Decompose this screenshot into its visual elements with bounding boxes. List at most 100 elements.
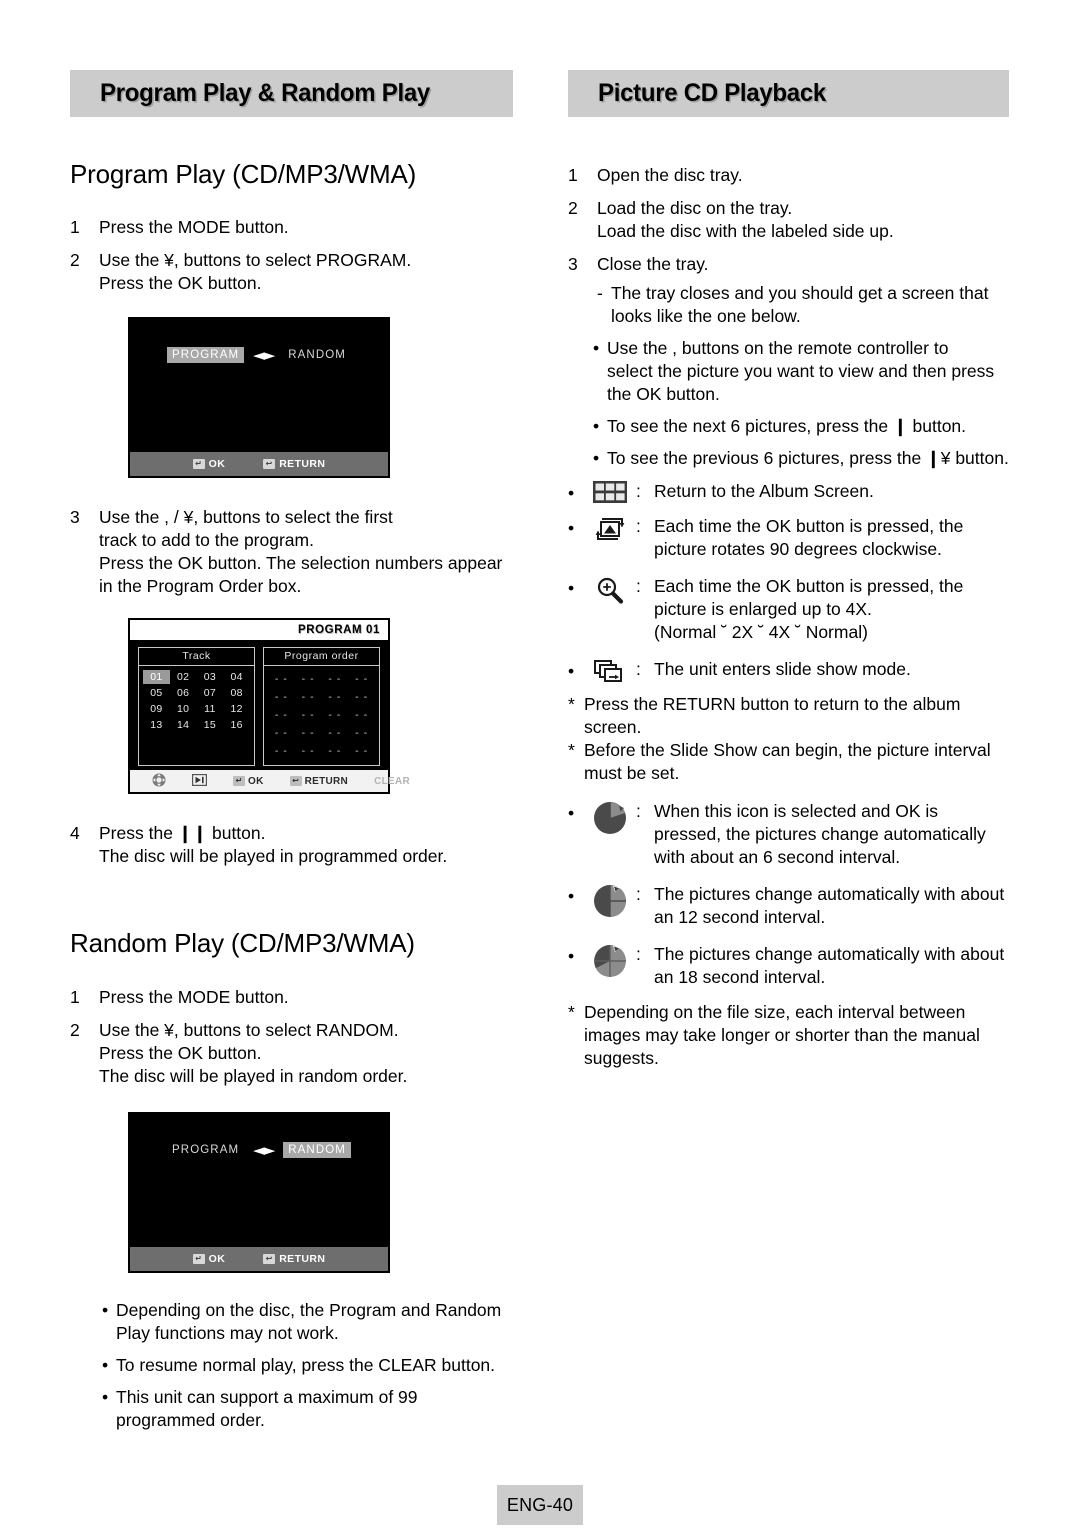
icon-bullet-colon: : bbox=[636, 884, 641, 904]
step-line: Use the ¥, buttons to select PROGRAM. bbox=[99, 250, 412, 270]
note-line: must be set. bbox=[584, 763, 680, 783]
nav-bullet: • Use the , buttons on the remote contro… bbox=[593, 337, 1009, 406]
note-line: Use the , buttons on the remote controll… bbox=[607, 338, 949, 358]
step-line: Press the MODE button. bbox=[99, 217, 289, 237]
track-cell[interactable]: 08 bbox=[223, 686, 250, 700]
step-number: 3 bbox=[568, 254, 578, 274]
step-number: 2 bbox=[70, 1020, 80, 1040]
manual-page: Program Play & Random Play Program Play … bbox=[0, 0, 1080, 1533]
note-bullet: • This unit can support a maximum of 99 … bbox=[102, 1386, 513, 1432]
slideshow-interval-bullets: • : When this icon is selected and OK is… bbox=[568, 800, 1009, 989]
step-body: Use the , / ¥, buttons to select the fir… bbox=[99, 506, 513, 598]
nav-bullet: • To see the previous 6 pictures, press … bbox=[593, 447, 1009, 470]
icon-bullet-colon: : bbox=[636, 516, 641, 536]
step-body: Use the ¥, buttons to select RANDOM. Pre… bbox=[99, 1019, 513, 1088]
step-line: Press the OK button. The selection numbe… bbox=[99, 553, 503, 573]
track-cell[interactable]: 14 bbox=[170, 718, 197, 732]
clock-18sec-icon bbox=[584, 943, 636, 989]
program-order-cell: - - bbox=[355, 673, 369, 685]
program-random-notes: • Depending on the disc, the Program and… bbox=[102, 1299, 513, 1432]
track-cell[interactable]: 09 bbox=[143, 702, 170, 716]
osd-ok-key: ↵ OK bbox=[192, 458, 226, 470]
track-panel-header: Track bbox=[139, 648, 254, 666]
osd-return-label: RETURN bbox=[279, 458, 326, 470]
icon-bullet-slideshow: • : The unit enters slide show mode. bbox=[568, 658, 1009, 683]
step-item: 1 Open the disc tray. bbox=[568, 164, 1009, 187]
osd-random-label: RANDOM bbox=[283, 1142, 351, 1158]
track-cell[interactable]: 15 bbox=[197, 718, 224, 732]
bullet-dot-icon: • bbox=[568, 661, 575, 681]
program-order-cell: - - bbox=[301, 727, 315, 739]
track-cell[interactable]: 12 bbox=[223, 702, 250, 716]
step-number: 2 bbox=[568, 198, 578, 218]
step-item: 1 Press the MODE button. bbox=[70, 216, 513, 239]
step-item: 2 Load the disc on the tray. Load the di… bbox=[568, 197, 1009, 243]
osd-screen-body: PROGRAM ◄► RANDOM bbox=[130, 319, 388, 452]
step-line: Press the MODE button. bbox=[99, 987, 289, 1007]
star-notes-group-1: * Press the RETURN button to return to t… bbox=[568, 693, 1009, 785]
note-text: This unit can support a maximum of 99 pr… bbox=[116, 1386, 513, 1432]
step-line: Press the ❙❙ button. bbox=[99, 823, 266, 843]
icon-bullet-colon: : bbox=[636, 576, 641, 596]
osd-mode-row: PROGRAM ◄► RANDOM bbox=[130, 1142, 388, 1158]
track-cell[interactable]: 02 bbox=[170, 670, 197, 684]
program-order-cell: - - bbox=[328, 691, 342, 703]
step-line: Load the disc with the labeled side up. bbox=[597, 221, 894, 241]
note-line: pressed, the pictures change automatical… bbox=[654, 824, 986, 844]
program-order-cell: - - bbox=[301, 745, 315, 757]
track-cell[interactable]: 13 bbox=[143, 718, 170, 732]
note-line: Play functions may not work. bbox=[116, 1323, 339, 1343]
note-line: looks like the one below. bbox=[611, 306, 801, 326]
step-item: 3 Use the , / ¥, buttons to select the f… bbox=[70, 506, 513, 598]
track-cell[interactable]: 01 bbox=[143, 670, 170, 684]
interval-bullet-18s: • : The pictures change automatically wi… bbox=[568, 943, 1009, 989]
step-line: The disc will be played in programmed or… bbox=[99, 846, 448, 866]
note-line: Before the Slide Show can begin, the pic… bbox=[584, 740, 991, 760]
step-line: Load the disc on the tray. bbox=[597, 198, 793, 218]
zoom-magnifier-icon bbox=[584, 575, 636, 644]
track-cell[interactable]: 05 bbox=[143, 686, 170, 700]
star-note-text: Before the Slide Show can begin, the pic… bbox=[584, 739, 1009, 785]
program-order-grid: - - - - - - - - - - - - - - - - - - - - - - - - - - -… bbox=[264, 666, 379, 765]
note-line: Depending on the disc, the Program and R… bbox=[116, 1300, 502, 1320]
step-item: 2 Use the ¥, buttons to select RANDOM. P… bbox=[70, 1019, 513, 1088]
track-cell[interactable]: 04 bbox=[223, 670, 250, 684]
note-line: To resume normal play, press the CLEAR b… bbox=[116, 1355, 496, 1375]
track-cell[interactable]: 03 bbox=[197, 670, 224, 684]
program-order-cell: - - bbox=[328, 745, 342, 757]
enter-key-icon: ↵ bbox=[233, 776, 245, 786]
step-line: Use the , / ¥, buttons to select the fir… bbox=[99, 507, 393, 527]
note-line: images may take longer or shorter than t… bbox=[584, 1025, 980, 1045]
icon-bullet-text: The unit enters slide show mode. bbox=[654, 658, 1009, 683]
program-play-steps-3: 4 Press the ❙❙ button. The disc will be … bbox=[70, 822, 513, 868]
osd-screen-body: PROGRAM ◄► RANDOM bbox=[130, 1114, 388, 1247]
icon-bullet-text: Each time the OK button is pressed, the … bbox=[654, 515, 1009, 561]
slide-show-icon bbox=[584, 658, 636, 683]
note-line: suggests. bbox=[584, 1048, 659, 1068]
return-key-icon: ↩ bbox=[289, 776, 302, 786]
note-line: The tray closes and you should get a scr… bbox=[611, 283, 989, 303]
program-order-cell: - - bbox=[274, 709, 288, 721]
left-right-arrows-icon: ◄► bbox=[253, 345, 275, 364]
step-line: in the Program Order box. bbox=[99, 576, 302, 596]
step-body: Press the MODE button. bbox=[99, 216, 513, 239]
star-note-text: Depending on the file size, each interva… bbox=[584, 1001, 1009, 1070]
left-column: Program Play & Random Play Program Play … bbox=[70, 70, 513, 1441]
star-note-text: Press the RETURN button to return to the… bbox=[584, 693, 1009, 739]
track-cell[interactable]: 10 bbox=[170, 702, 197, 716]
star-notes-group-2: * Depending on the file size, each inter… bbox=[568, 1001, 1009, 1070]
track-cell[interactable]: 07 bbox=[197, 686, 224, 700]
step-body: Press the ❙❙ button. The disc will be pl… bbox=[99, 822, 513, 868]
program-order-cell: - - bbox=[355, 745, 369, 757]
track-cell[interactable]: 06 bbox=[170, 686, 197, 700]
program-order-cell: - - bbox=[274, 691, 288, 703]
step-item: 4 Press the ❙❙ button. The disc will be … bbox=[70, 822, 513, 868]
program-order-cell: - - bbox=[301, 691, 315, 703]
track-cell[interactable]: 11 bbox=[197, 702, 224, 716]
program-order-cell: - - bbox=[274, 745, 288, 757]
bullet-dot-icon: • bbox=[568, 946, 575, 966]
track-cell[interactable]: 16 bbox=[223, 718, 250, 732]
nav-bullet-text: To see the previous 6 pictures, press th… bbox=[607, 447, 1009, 470]
note-line: an 12 second interval. bbox=[654, 907, 826, 927]
note-bullet: • To resume normal play, press the CLEAR… bbox=[102, 1354, 513, 1377]
